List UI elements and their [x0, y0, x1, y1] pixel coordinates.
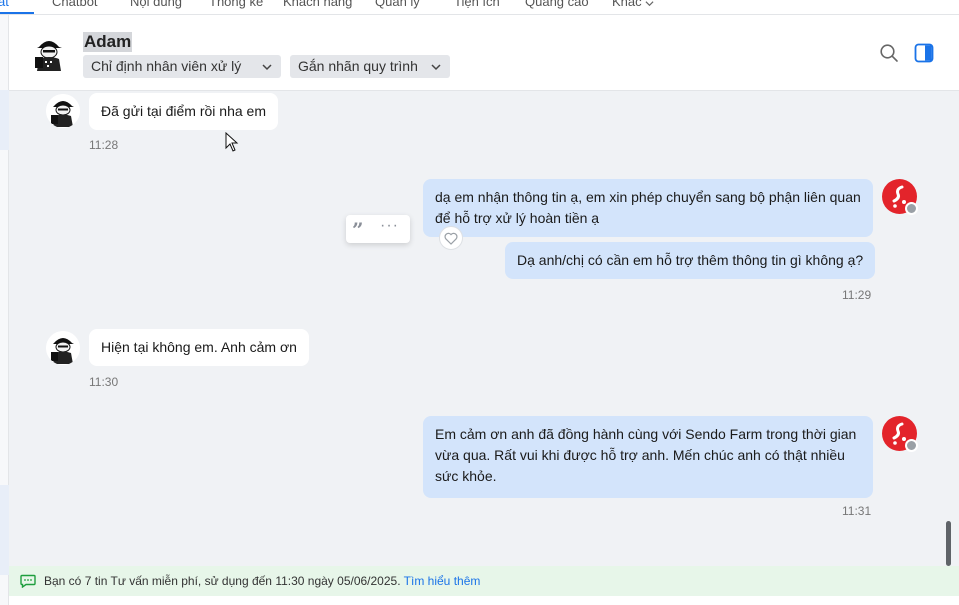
heart-icon: [444, 232, 458, 245]
nav-more-chevron-icon: [645, 1, 654, 7]
zalo-badge-icon: [905, 202, 918, 215]
mouse-cursor-icon: [225, 132, 239, 152]
search-icon[interactable]: [879, 43, 899, 63]
reaction-button[interactable]: [439, 226, 463, 250]
top-navigation: at Chatbot Nội dung Thống kê Khách hàng …: [0, 0, 959, 15]
conversation-header: Adam Chỉ định nhân viên xử lý Gắn nhãn q…: [9, 15, 959, 91]
message-time: 11:28: [89, 138, 119, 152]
assign-staff-label: Chỉ định nhân viên xử lý: [91, 58, 242, 74]
nav-item-management[interactable]: Quản lý: [375, 0, 420, 9]
side-panel-icon[interactable]: [914, 43, 934, 63]
quote-icon[interactable]: ”: [352, 218, 364, 242]
nav-item-utilities[interactable]: Tiện ích: [454, 0, 500, 9]
message-time: 11:31: [842, 504, 872, 518]
process-tag-dropdown[interactable]: Gắn nhãn quy trình: [290, 55, 450, 78]
assign-staff-dropdown[interactable]: Chỉ định nhân viên xử lý: [83, 55, 281, 78]
nav-item-statistics[interactable]: Thống kê: [209, 0, 263, 9]
message-time: 11:30: [89, 375, 119, 389]
nav-item-more[interactable]: Khác: [612, 0, 642, 9]
message-text: Đã gửi tại điểm rồi nha em: [101, 103, 266, 119]
nav-item-ads[interactable]: Quảng cáo: [525, 0, 589, 9]
chevron-down-icon: [262, 64, 272, 71]
message-hover-toolbar: ” ···: [346, 215, 410, 243]
message-bubble-outgoing[interactable]: Em cảm ơn anh đã đồng hành cùng với Send…: [423, 416, 873, 498]
nav-item-content[interactable]: Nội dung: [130, 0, 182, 9]
message-text: Em cảm ơn anh đã đồng hành cùng với Send…: [435, 426, 857, 484]
message-text: Dạ anh/chị có cần em hỗ trợ thêm thông t…: [517, 252, 864, 268]
learn-more-link[interactable]: Tìm hiểu thêm: [404, 574, 481, 588]
message-list[interactable]: Đã gửi tại điểm rồi nha em 11:28 ” ··· d…: [9, 91, 959, 566]
composer-edge: [9, 596, 959, 605]
process-tag-label: Gắn nhãn quy trình: [298, 58, 418, 74]
contact-avatar[interactable]: [29, 33, 69, 73]
more-icon[interactable]: ···: [380, 217, 399, 235]
chat-icon: [20, 574, 36, 588]
message-bubble-incoming[interactable]: Đã gửi tại điểm rồi nha em: [89, 93, 278, 130]
zalo-badge-icon: [905, 439, 918, 452]
notice-text: Bạn có 7 tin Tư vấn miễn phí, sử dụng đế…: [44, 574, 401, 588]
chevron-down-icon: [431, 64, 441, 71]
scrollbar-thumb[interactable]: [946, 521, 951, 566]
nav-item-customers[interactable]: Khách hàng: [283, 0, 352, 9]
contact-name: Adam: [83, 32, 133, 52]
shop-avatar[interactable]: [882, 179, 918, 215]
message-time: 11:29: [842, 288, 872, 302]
sender-avatar[interactable]: [46, 331, 80, 365]
nav-item-chat[interactable]: at: [0, 0, 9, 9]
message-text: Hiện tại không em. Anh cảm ơn: [101, 339, 297, 355]
conversation-list-edge: [0, 15, 9, 605]
nav-item-chatbot[interactable]: Chatbot: [52, 0, 98, 9]
message-text: dạ em nhận thông tin ạ, em xin phép chuy…: [435, 189, 861, 226]
shop-avatar[interactable]: [882, 416, 918, 452]
free-message-notice: Bạn có 7 tin Tư vấn miễn phí, sử dụng đế…: [9, 566, 959, 596]
message-bubble-incoming[interactable]: Hiện tại không em. Anh cảm ơn: [89, 329, 309, 366]
message-bubble-outgoing[interactable]: dạ em nhận thông tin ạ, em xin phép chuy…: [423, 179, 873, 237]
sender-avatar[interactable]: [46, 94, 80, 128]
message-bubble-outgoing[interactable]: Dạ anh/chị có cần em hỗ trợ thêm thông t…: [505, 242, 876, 279]
